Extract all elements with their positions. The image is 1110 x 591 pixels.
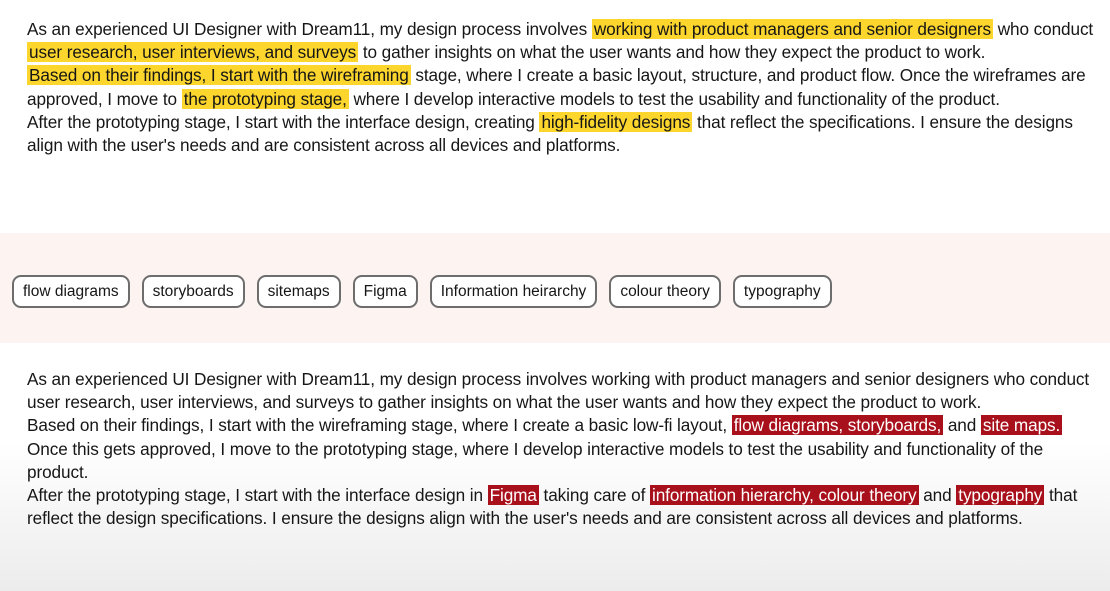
yellow-highlight: high-fidelity designs [539,111,693,132]
revised-paragraph-1: As an experienced UI Designer with Dream… [27,368,1102,414]
text-span: and [943,415,981,436]
original-paragraph-3: After the prototyping stage, I start wit… [27,111,1102,157]
text-span: As an experienced UI Designer with Dream… [27,369,1090,413]
text-span: Once this gets approved, I move to the p… [27,438,1044,482]
text-span: After the prototyping stage, I start wit… [27,111,540,132]
yellow-highlight: working with product managers and senior… [591,19,994,39]
revised-text-block: As an experienced UI Designer with Dream… [27,368,1102,530]
chip-sitemaps[interactable]: sitemaps [256,275,341,308]
red-highlight: site maps. [980,415,1063,436]
text-span: where I develop interactive models to te… [348,88,1000,109]
text-span: taking care of [538,485,650,506]
text-span: and [918,485,957,506]
yellow-highlight: Based on their findings, I start with th… [27,65,411,86]
chip-information-heirarchy[interactable]: Information heirarchy [429,275,598,308]
text-span: As an experienced UI Designer with Dream… [27,19,592,39]
text-span: Based on their findings, I start with th… [27,415,732,436]
chip-figma[interactable]: Figma [352,275,418,308]
text-span: who conduct [993,19,1094,39]
yellow-highlight: the prototyping stage, [181,88,349,109]
original-paragraph-2: Based on their findings, I start with th… [27,64,1102,110]
revised-paragraph-2: Based on their findings, I start with th… [27,414,1102,484]
chip-colour-theory[interactable]: colour theory [609,275,721,308]
keyword-chip-band: flow diagrams storyboards sitemaps Figma… [0,233,1110,343]
text-span: After the prototyping stage, I start wit… [27,485,488,506]
original-paragraph-1: As an experienced UI Designer with Dream… [27,18,1102,64]
red-highlight: Figma [487,485,539,506]
chip-storyboards[interactable]: storyboards [141,275,245,308]
keyword-chip-row: flow diagrams storyboards sitemaps Figma… [12,275,832,308]
original-text-block: As an experienced UI Designer with Dream… [27,18,1102,157]
chip-flow-diagrams[interactable]: flow diagrams [12,275,130,308]
red-highlight: flow diagrams, storyboards, [731,415,944,436]
text-span: to gather insights on what the user want… [358,42,986,63]
revised-paragraph-3: After the prototyping stage, I start wit… [27,484,1102,530]
red-highlight: information hierarchy, colour theory [650,485,919,506]
chip-typography[interactable]: typography [732,275,832,308]
red-highlight: typography [956,485,1045,506]
yellow-highlight: user research, user interviews, and surv… [27,42,359,63]
